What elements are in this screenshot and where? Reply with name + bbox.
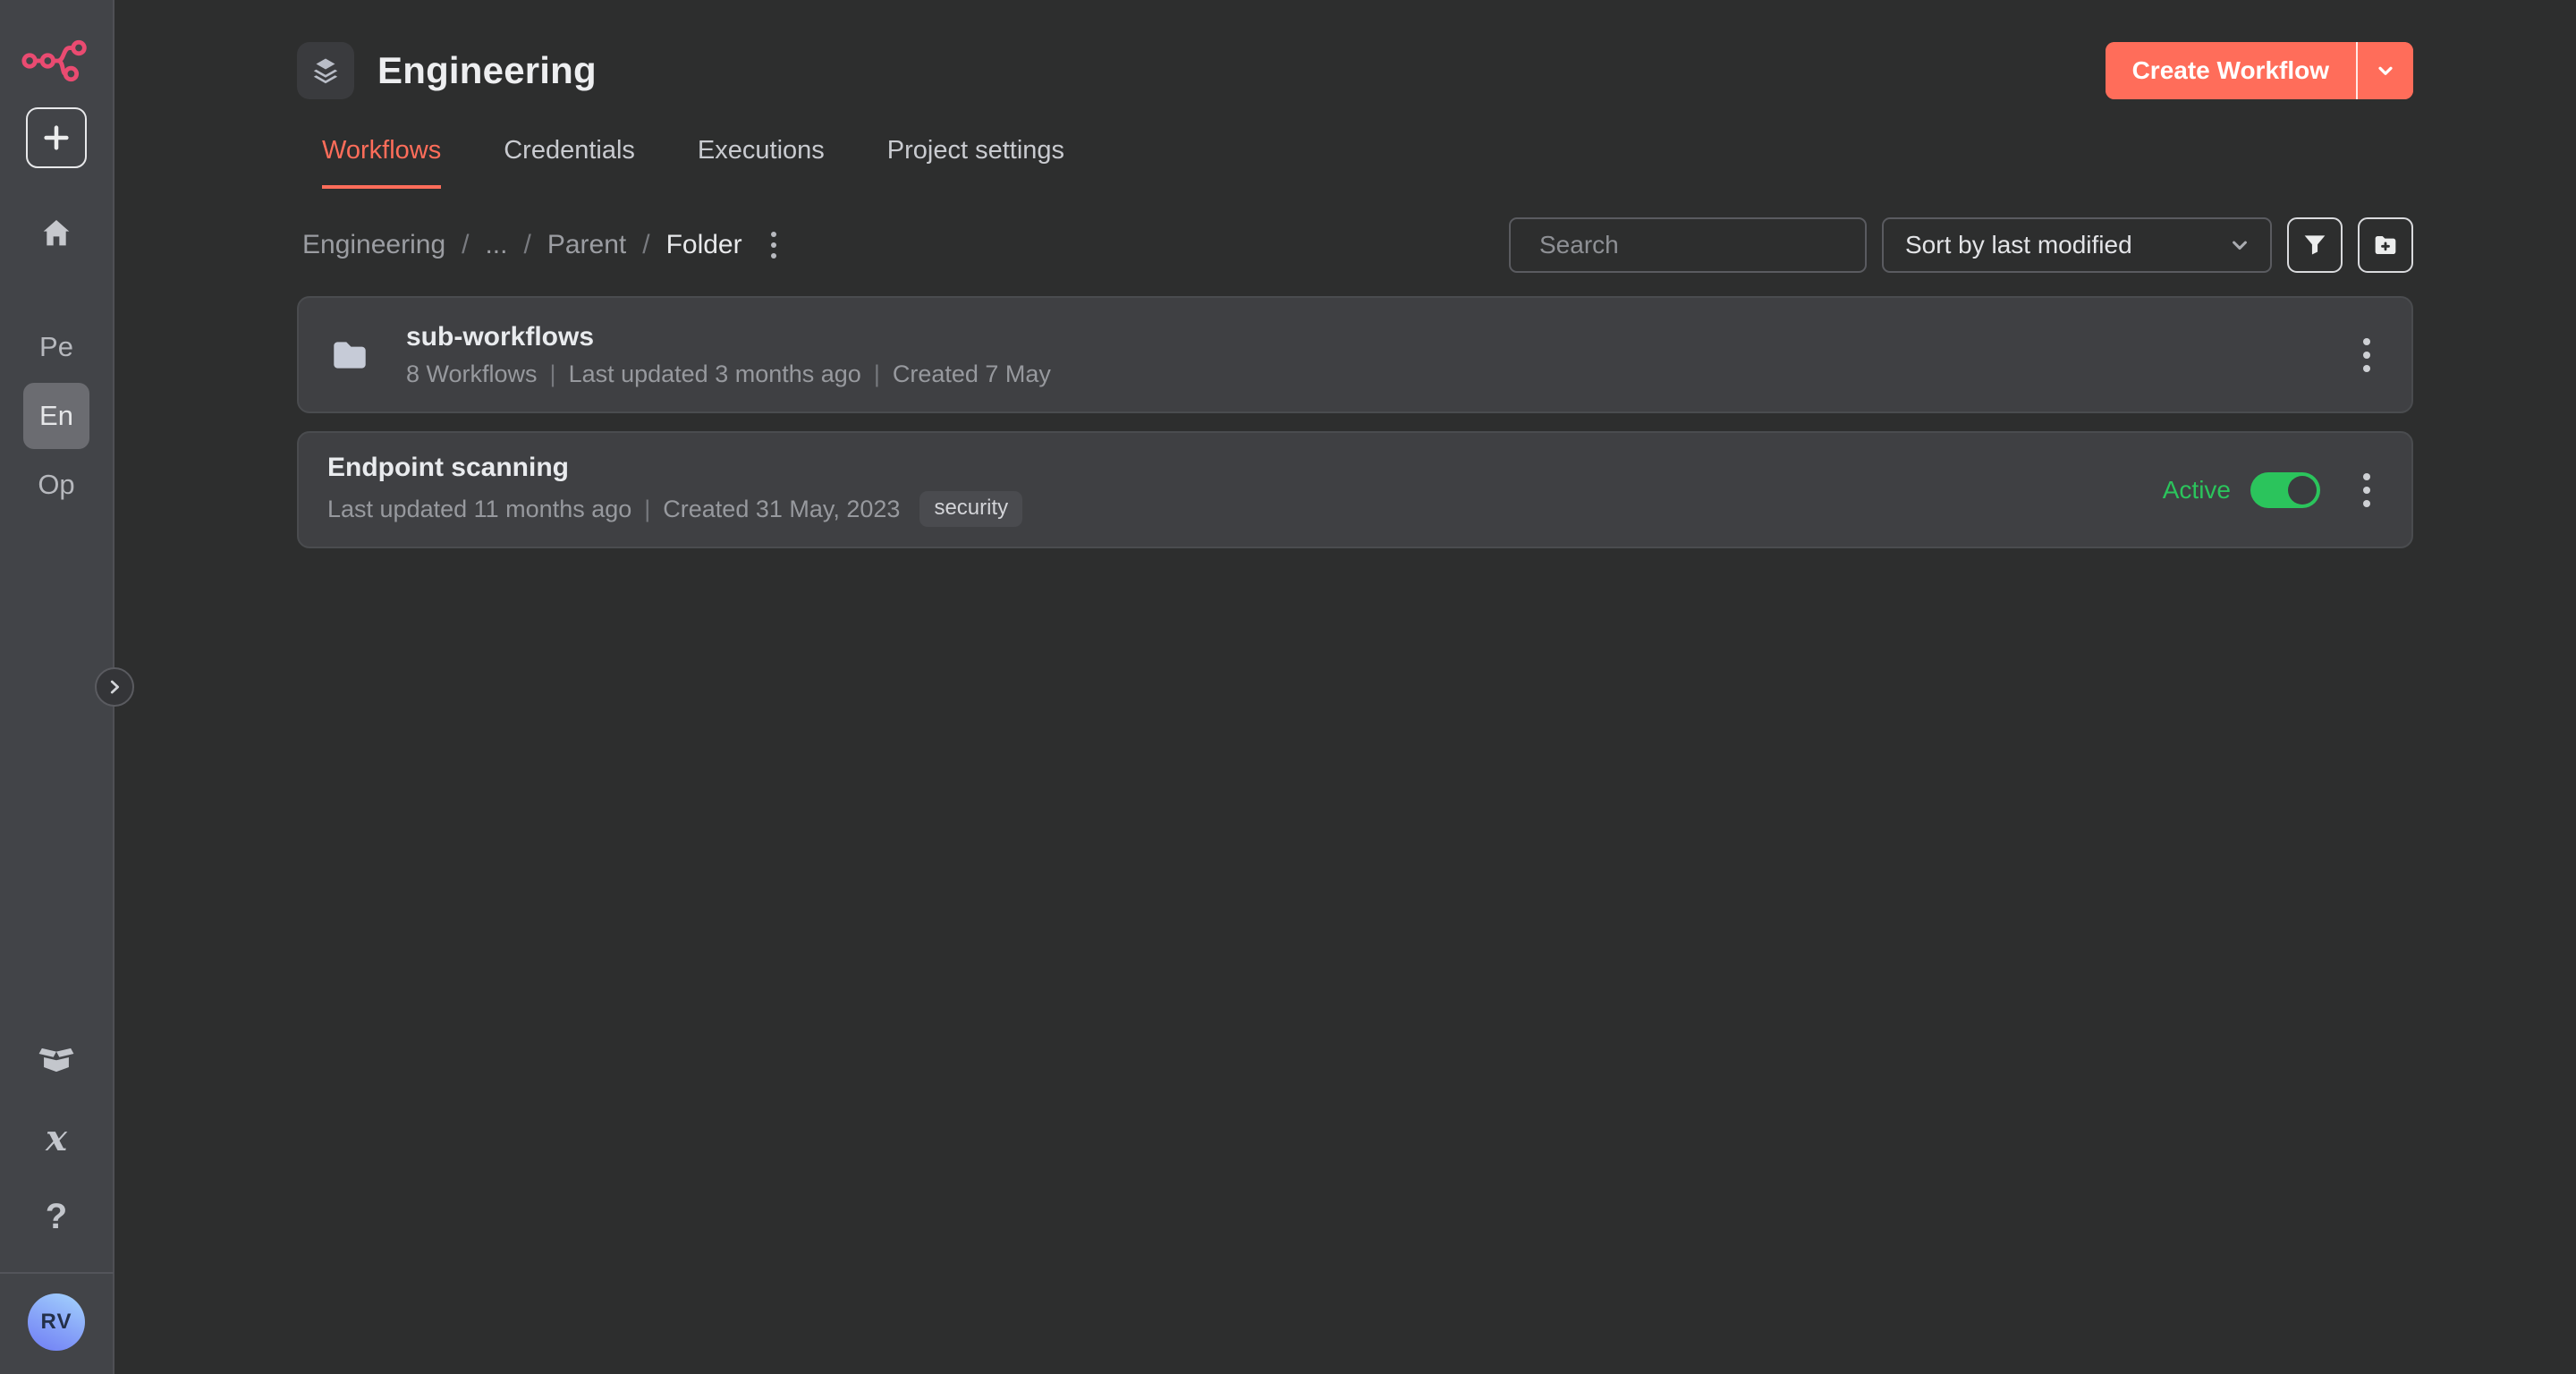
folder-actions-button[interactable] <box>764 225 784 266</box>
main-content: Engineering Create Workflow Workflows Cr… <box>116 0 2576 1374</box>
filter-funnel-icon <box>2301 231 2329 259</box>
chevron-down-icon <box>2227 233 2252 258</box>
project-layers-icon <box>297 42 354 99</box>
page-title: Engineering <box>377 49 597 92</box>
sidebar-divider <box>0 1272 114 1274</box>
breadcrumb-item-engineering[interactable]: Engineering <box>302 230 445 260</box>
tab-bar: Workflows Credentials Executions Project… <box>297 136 2413 189</box>
tab-executions[interactable]: Executions <box>698 136 825 189</box>
tab-workflows[interactable]: Workflows <box>322 136 441 189</box>
workflow-card[interactable]: Endpoint scanning Last updated 11 months… <box>297 431 2413 548</box>
sidebar-item-project-op[interactable]: Op <box>23 456 89 513</box>
help-icon[interactable]: ? <box>26 1192 87 1242</box>
sidebar-item-project-en[interactable]: En <box>23 383 89 449</box>
sidebar-projects: Pe En Op <box>23 318 89 513</box>
sort-dropdown[interactable]: Sort by last modified <box>1882 217 2272 273</box>
breadcrumb-item-parent[interactable]: Parent <box>547 230 626 260</box>
search-input[interactable] <box>1539 231 1862 259</box>
tab-project-settings[interactable]: Project settings <box>887 136 1064 189</box>
create-workflow-split-button: Create Workflow <box>2106 42 2413 99</box>
page-header: Engineering Create Workflow <box>297 41 2413 100</box>
folder-card-meta: 8 Workflows | Last updated 3 months ago … <box>406 360 1051 388</box>
sidebar-expand-button[interactable] <box>95 667 134 707</box>
controls-row: Engineering / ... / Parent / Folder Sort… <box>297 217 2413 273</box>
list-toolbar: Sort by last modified <box>1509 217 2413 273</box>
add-button[interactable] <box>26 107 87 168</box>
breadcrumb-separator: / <box>462 230 469 260</box>
templates-icon[interactable] <box>26 1034 87 1084</box>
sidebar-item-project-pe[interactable]: Pe <box>23 318 89 376</box>
folder-card-title: sub-workflows <box>406 322 1051 352</box>
folder-card-menu-button[interactable] <box>2351 329 2383 381</box>
workflow-card-title: Endpoint scanning <box>327 453 1022 483</box>
tag-badge[interactable]: security <box>919 491 1022 527</box>
create-workflow-dropdown-button[interactable] <box>2358 42 2413 99</box>
toggle-knob <box>2288 476 2317 505</box>
breadcrumb: Engineering / ... / Parent / Folder <box>297 225 784 266</box>
home-icon[interactable] <box>26 211 87 256</box>
workflow-card-meta: Last updated 11 months ago | Created 31 … <box>327 491 1022 527</box>
folder-icon <box>327 333 372 377</box>
folder-plus-icon <box>2371 231 2400 259</box>
n8n-logo-icon <box>21 36 91 86</box>
workflow-list: sub-workflows 8 Workflows | Last updated… <box>297 296 2413 548</box>
search-box <box>1509 217 1867 273</box>
chevron-down-icon <box>2374 59 2397 82</box>
filter-button[interactable] <box>2287 217 2343 273</box>
new-folder-button[interactable] <box>2358 217 2413 273</box>
status-label: Active <box>2163 476 2231 505</box>
breadcrumb-item-ellipsis[interactable]: ... <box>485 230 507 260</box>
create-workflow-button[interactable]: Create Workflow <box>2106 42 2356 99</box>
variables-icon[interactable]: x <box>26 1113 87 1163</box>
breadcrumb-separator: / <box>642 230 649 260</box>
avatar[interactable]: RV <box>28 1293 85 1351</box>
tab-credentials[interactable]: Credentials <box>504 136 635 189</box>
folder-card[interactable]: sub-workflows 8 Workflows | Last updated… <box>297 296 2413 413</box>
workflow-card-menu-button[interactable] <box>2351 464 2383 516</box>
sort-dropdown-value: Sort by last modified <box>1905 231 2227 259</box>
breadcrumb-separator: / <box>523 230 530 260</box>
avatar-initials: RV <box>41 1310 72 1335</box>
breadcrumb-item-folder-current: Folder <box>666 230 742 260</box>
active-toggle[interactable] <box>2250 472 2320 508</box>
chevron-right-icon <box>105 677 124 697</box>
